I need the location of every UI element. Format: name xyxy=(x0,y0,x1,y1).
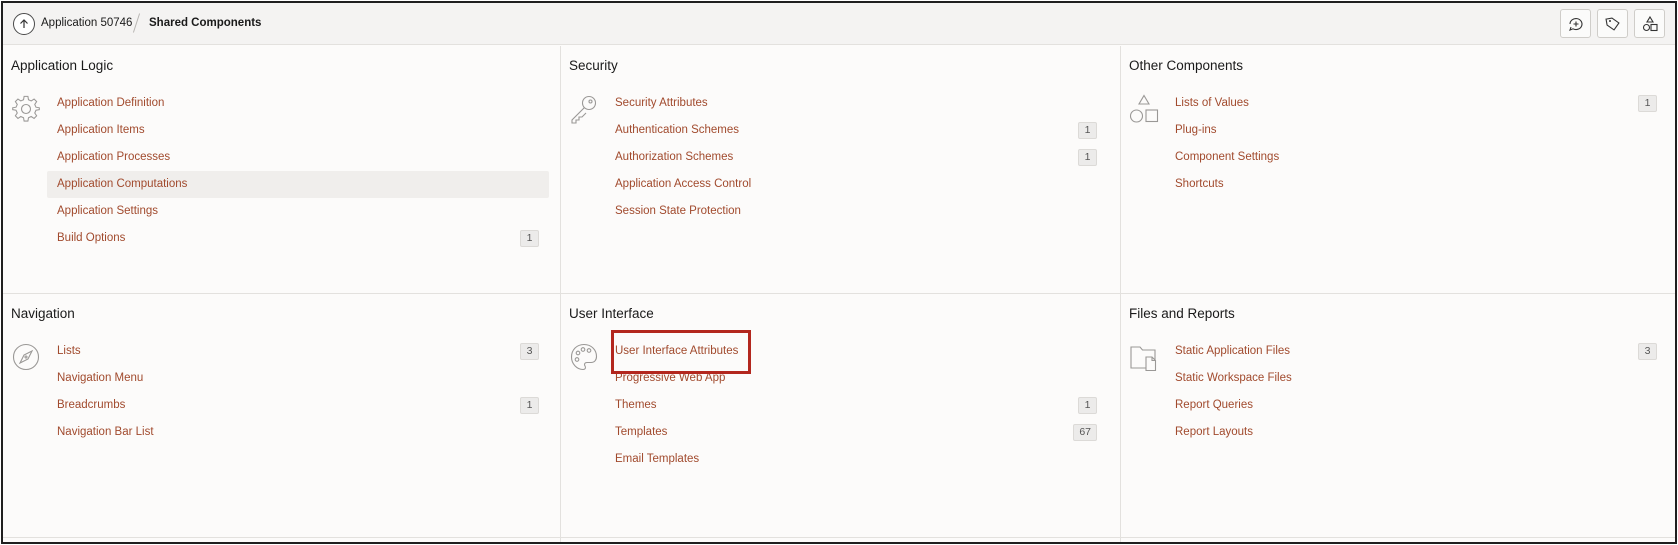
link-security-attributes[interactable]: Security Attributes xyxy=(605,90,1107,117)
link-navigation-menu[interactable]: Navigation Menu xyxy=(47,365,549,392)
item-label[interactable]: Component Settings xyxy=(1175,151,1279,163)
breadcrumb-current: Shared Components xyxy=(149,17,262,29)
item-label[interactable]: Application Settings xyxy=(57,205,158,217)
arrow-up-icon xyxy=(20,19,28,28)
link-application-items[interactable]: Application Items xyxy=(47,117,549,144)
panel-title: Other Components xyxy=(1129,58,1244,73)
link-breadcrumbs[interactable]: Breadcrumbs 1 xyxy=(47,392,549,419)
palette-icon xyxy=(570,343,598,371)
link-navigation-bar-list[interactable]: Navigation Bar List xyxy=(47,419,549,446)
item-label[interactable]: Application Processes xyxy=(57,151,170,163)
count-badge: 3 xyxy=(1638,343,1657,360)
item-label[interactable]: Report Layouts xyxy=(1175,426,1253,438)
item-label[interactable]: Themes xyxy=(615,399,657,411)
count-badge: 1 xyxy=(1078,397,1097,414)
panel-other-components: Other Components Lists of Values 1 Plug-… xyxy=(1121,46,1675,293)
item-label[interactable]: Authentication Schemes xyxy=(615,124,739,136)
tag-button[interactable] xyxy=(1597,9,1628,38)
item-label[interactable]: Application Definition xyxy=(57,97,164,109)
panel-title: Navigation xyxy=(11,306,75,321)
annotation-highlight-box xyxy=(611,330,751,374)
item-label[interactable]: Email Templates xyxy=(615,453,699,465)
panel-title: Application Logic xyxy=(11,58,114,73)
item-label[interactable]: Authorization Schemes xyxy=(615,151,733,163)
item-label[interactable]: Static Workspace Files xyxy=(1175,372,1292,384)
comment-icon xyxy=(1568,17,1582,31)
panel-security: Security Security Attributes Authenticat… xyxy=(561,46,1120,293)
count-badge: 1 xyxy=(1078,149,1097,166)
link-static-workspace-files[interactable]: Static Workspace Files xyxy=(1165,365,1667,392)
panel-application-logic: Application Logic Application Definition… xyxy=(3,46,560,293)
link-application-access-control[interactable]: Application Access Control xyxy=(605,171,1107,198)
item-label[interactable]: Session State Protection xyxy=(615,205,741,217)
panel-title: Security xyxy=(569,58,618,73)
link-component-settings[interactable]: Component Settings xyxy=(1165,144,1667,171)
comment-button[interactable] xyxy=(1560,9,1591,38)
link-plug-ins[interactable]: Plug-ins xyxy=(1165,117,1667,144)
count-badge: 1 xyxy=(520,397,539,414)
link-session-state-protection[interactable]: Session State Protection xyxy=(605,198,1107,225)
item-label[interactable]: Navigation Bar List xyxy=(57,426,154,438)
count-badge: 1 xyxy=(1078,122,1097,139)
breadcrumb-separator xyxy=(132,13,141,33)
link-static-application-files[interactable]: Static Application Files 3 xyxy=(1165,338,1667,365)
item-label[interactable]: Lists of Values xyxy=(1175,97,1249,109)
gear-icon xyxy=(12,95,40,122)
link-application-computations[interactable]: Application Computations xyxy=(47,171,549,198)
shapes-button[interactable] xyxy=(1634,9,1665,38)
link-templates[interactable]: Templates 67 xyxy=(605,419,1107,446)
item-label[interactable]: Security Attributes xyxy=(615,97,708,109)
panel-title: Files and Reports xyxy=(1129,306,1235,321)
count-badge: 1 xyxy=(1638,95,1657,112)
link-authentication-schemes[interactable]: Authentication Schemes 1 xyxy=(605,117,1107,144)
panel-user-interface: User Interface User Interface Attributes… xyxy=(561,294,1120,542)
compass-icon xyxy=(12,343,40,371)
item-label[interactable]: Navigation Menu xyxy=(57,372,143,384)
shapes-icon xyxy=(1129,94,1159,123)
count-badge: 67 xyxy=(1073,424,1097,441)
panel-files-and-reports: Files and Reports Static Application Fil… xyxy=(1121,294,1675,542)
item-label[interactable]: Templates xyxy=(615,426,667,438)
item-label[interactable]: Plug-ins xyxy=(1175,124,1217,136)
link-email-templates[interactable]: Email Templates xyxy=(605,446,1107,473)
link-application-settings[interactable]: Application Settings xyxy=(47,198,549,225)
shared-components-page: Application 50746 Shared Components Appl… xyxy=(1,1,1677,544)
item-label[interactable]: Application Computations xyxy=(57,178,187,190)
link-themes[interactable]: Themes 1 xyxy=(605,392,1107,419)
link-build-options[interactable]: Build Options 1 xyxy=(47,225,549,252)
link-application-definition[interactable]: Application Definition xyxy=(47,90,549,117)
folder-icon xyxy=(1130,346,1157,372)
link-lists[interactable]: Lists 3 xyxy=(47,338,549,365)
item-label[interactable]: Application Items xyxy=(57,124,145,136)
item-label[interactable]: Report Queries xyxy=(1175,399,1253,411)
top-bar: Application 50746 Shared Components xyxy=(3,3,1675,45)
breadcrumb-application[interactable]: Application 50746 xyxy=(41,17,132,29)
link-lists-of-values[interactable]: Lists of Values 1 xyxy=(1165,90,1667,117)
key-icon xyxy=(571,95,597,124)
item-label[interactable]: Application Access Control xyxy=(615,178,751,190)
link-shortcuts[interactable]: Shortcuts xyxy=(1165,171,1667,198)
count-badge: 3 xyxy=(520,343,539,360)
panel-navigation: Navigation Lists 3 Navigation Menu Bread… xyxy=(3,294,560,542)
shapes-icon xyxy=(1642,15,1658,31)
item-label[interactable]: Static Application Files xyxy=(1175,345,1290,357)
panel-title: User Interface xyxy=(569,306,654,321)
item-label[interactable]: Lists xyxy=(57,345,81,357)
link-authorization-schemes[interactable]: Authorization Schemes 1 xyxy=(605,144,1107,171)
tag-icon xyxy=(1604,17,1620,31)
link-report-layouts[interactable]: Report Layouts xyxy=(1165,419,1667,446)
item-label[interactable]: Build Options xyxy=(57,232,125,244)
item-label[interactable]: Shortcuts xyxy=(1175,178,1224,190)
link-application-processes[interactable]: Application Processes xyxy=(47,144,549,171)
count-badge: 1 xyxy=(520,230,539,247)
link-report-queries[interactable]: Report Queries xyxy=(1165,392,1667,419)
item-label[interactable]: Breadcrumbs xyxy=(57,399,125,411)
navigate-up-button[interactable] xyxy=(13,13,35,35)
